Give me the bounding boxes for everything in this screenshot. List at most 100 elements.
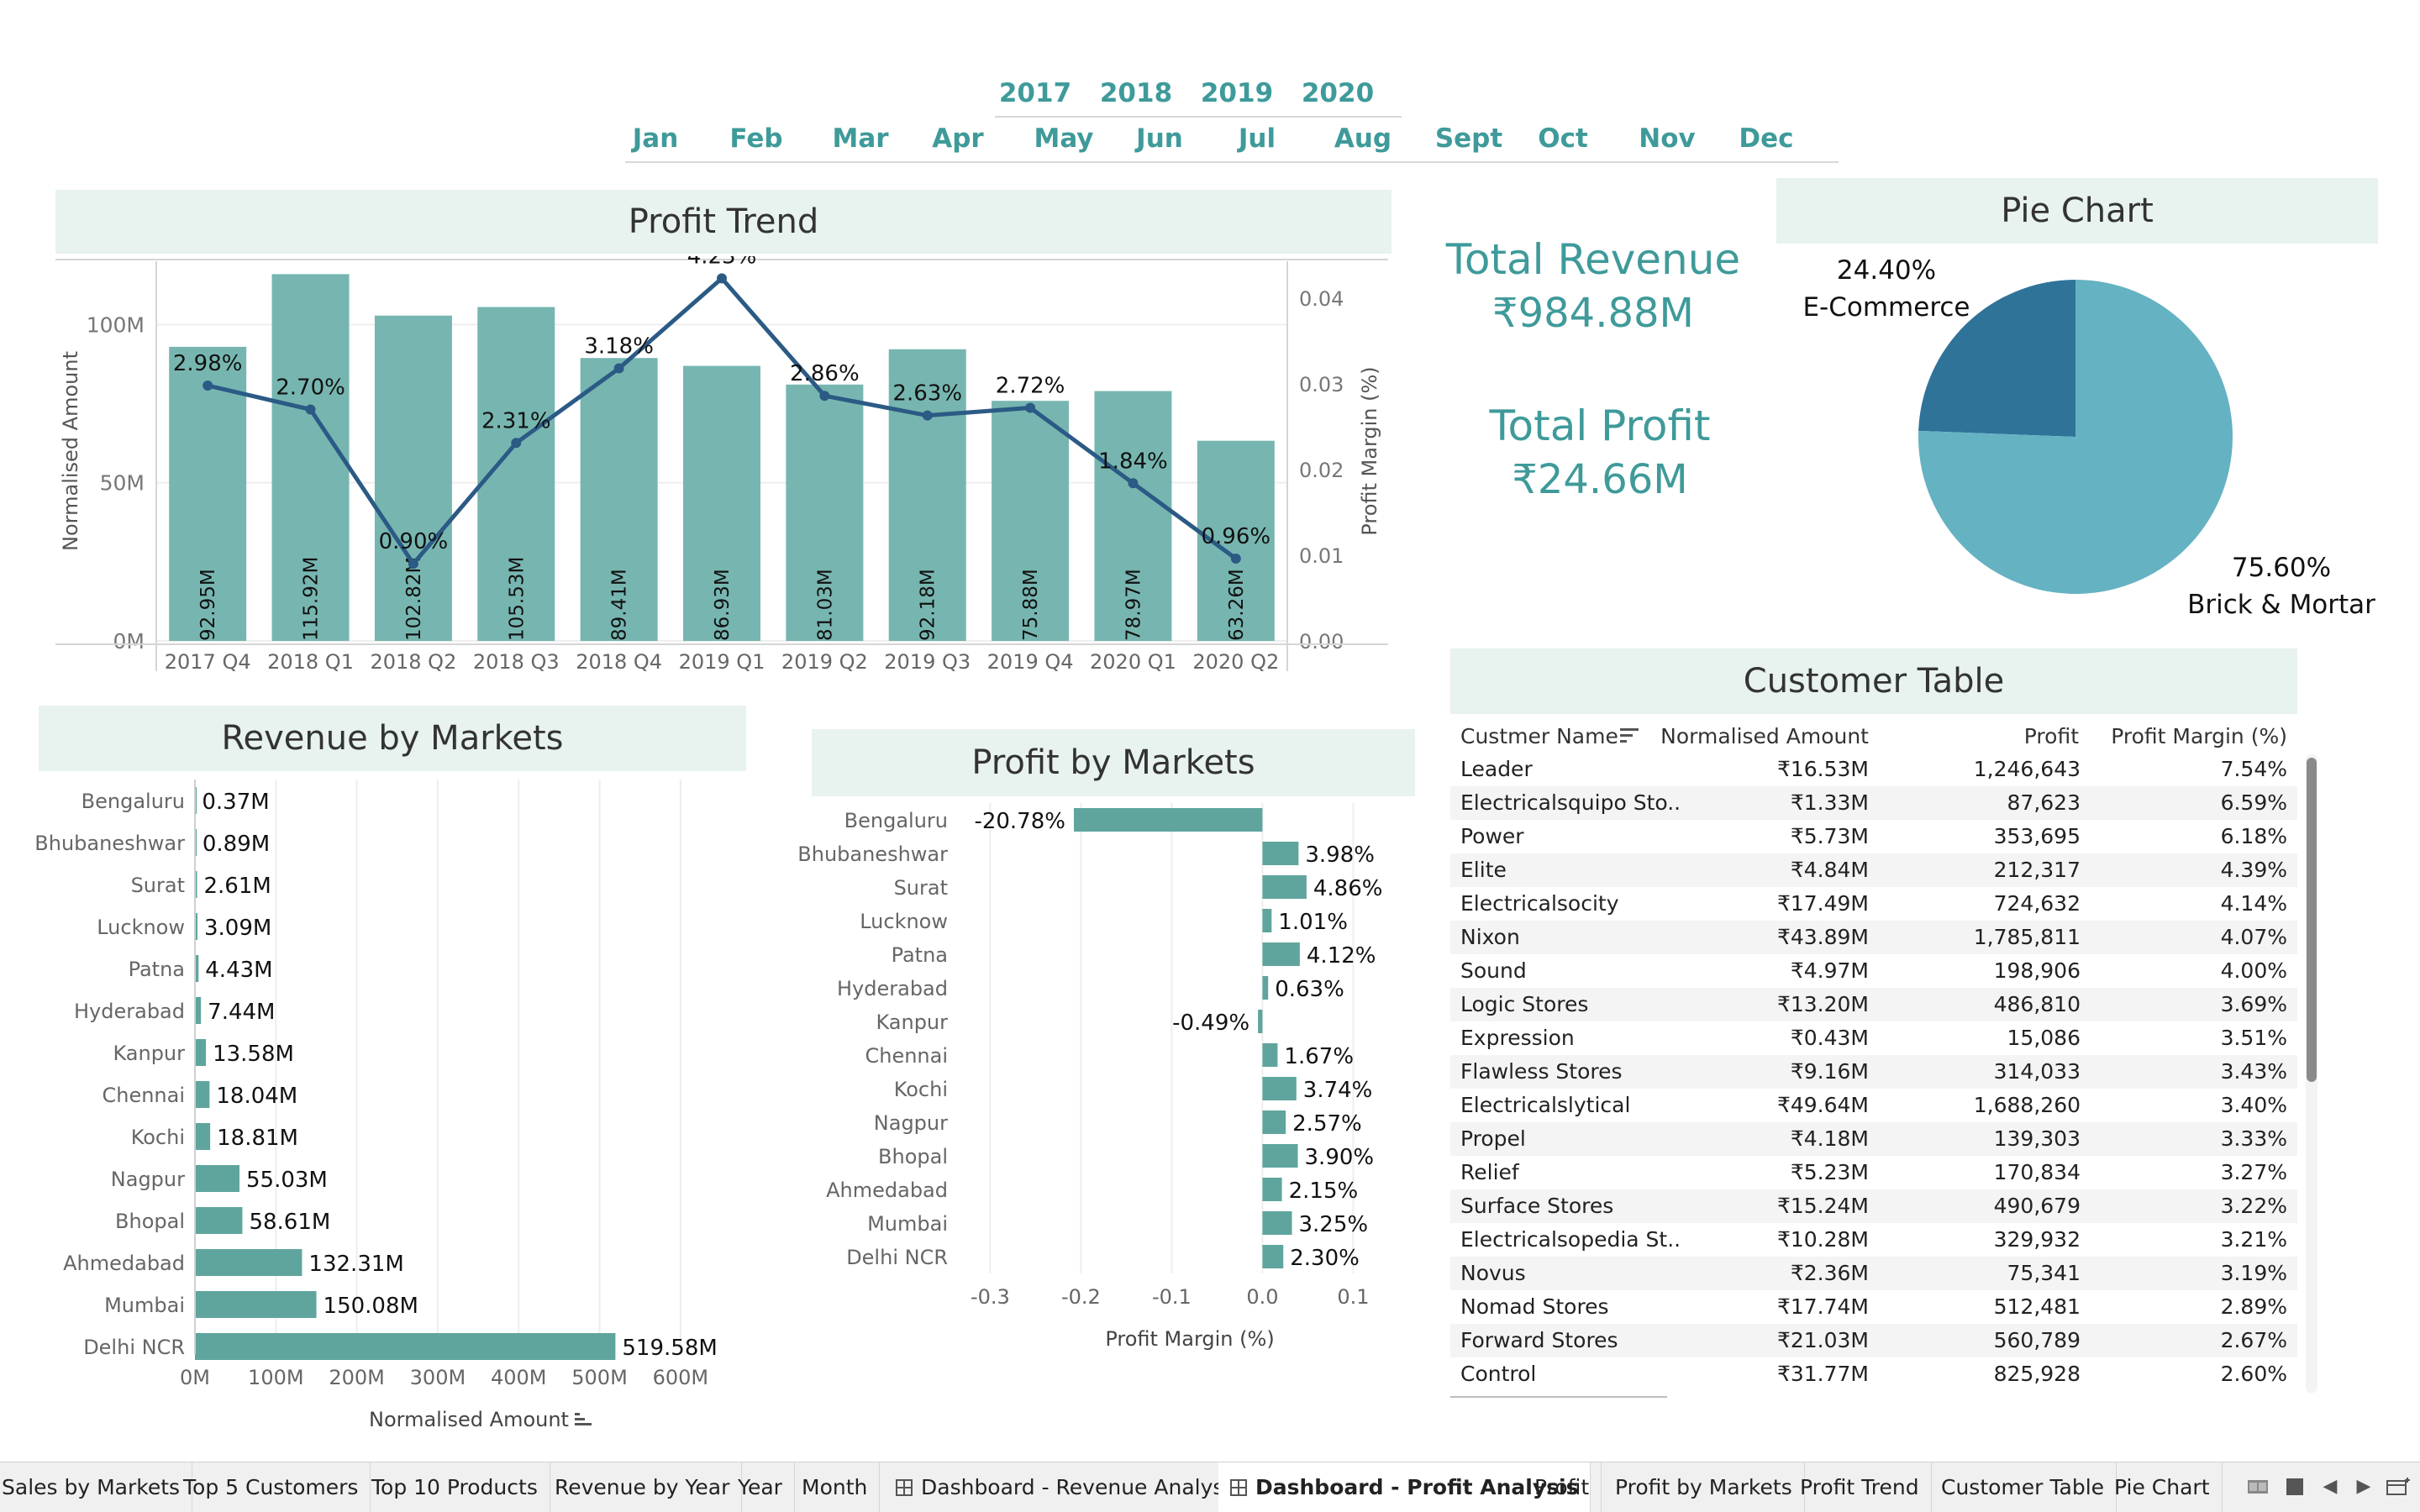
table-row[interactable]: Logic Stores ₹13.20M 486,810 3.69% [1450,988,2297,1021]
bar[interactable] [195,1291,317,1318]
bar[interactable] [1258,1010,1263,1033]
month-filter-item[interactable]: Jun [1109,123,1210,154]
column-header-normalised-amount[interactable]: Normalised Amount [1660,724,1869,748]
line-point[interactable] [717,273,727,284]
bar[interactable] [1262,1110,1286,1134]
table-row[interactable]: Leader ₹16.53M 1,246,643 7.54% [1450,753,2297,786]
bar[interactable] [1262,1178,1282,1201]
table-row[interactable]: Relief ₹5.23M 170,834 3.27% [1450,1156,2297,1189]
line-point[interactable] [819,391,830,402]
bar[interactable] [195,1081,210,1108]
new-sheet-icon[interactable] [2383,1472,2413,1502]
table-row[interactable]: Electricalslytical ₹49.64M 1,688,260 3.40% [1450,1089,2297,1122]
bar[interactable] [195,1123,211,1150]
sort-descending-icon[interactable] [1618,726,1640,746]
month-filter-item[interactable]: Aug [1313,123,1413,154]
table-row[interactable]: Propel ₹4.18M 139,303 3.33% [1450,1122,2297,1156]
year-filter-item[interactable]: 2017 [993,78,1077,108]
grid-view-icon[interactable] [2282,1472,2307,1502]
table-scrollbar-track[interactable] [2306,754,2317,1393]
sheet-tab[interactable]: Profit Trend [1788,1462,1932,1512]
table-row[interactable]: Elite ₹4.84M 212,317 4.39% [1450,853,2297,887]
line-point[interactable] [613,363,624,374]
table-row[interactable]: Electricalsquipo Sto.. ₹1.33M 87,623 6.59% [1450,786,2297,820]
bar[interactable] [195,1333,616,1360]
bar[interactable] [195,1165,239,1192]
line-data-label: 2.86% [790,361,860,386]
cell-customer-name: Propel [1460,1126,1526,1151]
bar[interactable] [1262,1144,1298,1168]
month-filter-item[interactable]: Dec [1716,123,1817,154]
month-filter-item[interactable]: Nov [1617,123,1718,154]
sheet-tab[interactable]: Profit by Markets [1603,1462,1805,1512]
bar[interactable] [195,997,202,1024]
sheet-tab[interactable]: Sales by Markets [0,1462,193,1512]
month-filter-item[interactable]: Oct [1512,123,1613,154]
bar[interactable] [195,1249,302,1276]
sheet-tab[interactable]: Month [790,1462,881,1512]
column-header-profit-margin[interactable]: Profit Margin (%) [2111,724,2287,748]
sheet-tab[interactable]: Revenue by Year [543,1462,743,1512]
filmstrip-view-icon[interactable] [2245,1472,2270,1502]
line-point[interactable] [922,410,933,421]
table-row[interactable]: Forward Stores ₹21.03M 560,789 2.67% [1450,1324,2297,1357]
category-label: Bhopal [878,1145,948,1168]
line-point[interactable] [408,559,418,570]
year-filter-item[interactable]: 2018 [1094,78,1178,108]
month-filter-item[interactable]: May [1013,123,1114,154]
line-point[interactable] [1230,554,1241,564]
table-row[interactable]: Surface Stores ₹15.24M 490,679 3.22% [1450,1189,2297,1223]
bar[interactable] [1262,1211,1292,1235]
category-label: Bhubaneshwar [797,843,948,866]
month-filter-item[interactable]: Mar [810,123,911,154]
line-point[interactable] [511,438,522,449]
bar[interactable] [1262,1043,1278,1067]
month-filter-item[interactable]: Jan [605,123,706,154]
line-point[interactable] [1128,478,1139,489]
table-row[interactable]: Nixon ₹43.89M 1,785,811 4.07% [1450,921,2297,954]
line-point[interactable] [203,380,213,391]
line-point[interactable] [1025,402,1036,413]
line-point[interactable] [305,404,316,415]
table-row[interactable]: Flawless Stores ₹9.16M 314,033 3.43% [1450,1055,2297,1089]
sort-icon[interactable] [575,1413,592,1425]
bar-data-label: 4.12% [1307,943,1376,969]
table-row[interactable]: Sound ₹4.97M 198,906 4.00% [1450,954,2297,988]
month-filter-item[interactable]: Apr [908,123,1008,154]
bar[interactable] [1073,808,1263,832]
next-sheet-icon[interactable]: ▶ [2351,1472,2376,1502]
sheet-tab[interactable]: Profit [1523,1462,1602,1512]
table-row[interactable]: Nomad Stores ₹17.74M 512,481 2.89% [1450,1290,2297,1324]
year-filter-item[interactable]: 2019 [1195,78,1279,108]
bar[interactable] [1262,875,1307,899]
bar[interactable] [1262,1077,1297,1100]
sheet-tab[interactable]: Dashboard - Revenue Analysis [884,1462,1254,1512]
table-row[interactable]: Electricalsopedia St.. ₹10.28M 329,932 3.21… [1450,1223,2297,1257]
table-row[interactable]: Power ₹5.73M 353,695 6.18% [1450,820,2297,853]
table-row[interactable]: Expression ₹0.43M 15,086 3.51% [1450,1021,2297,1055]
table-row[interactable]: Novus ₹2.36M 75,341 3.19% [1450,1257,2297,1290]
sheet-tab[interactable]: Pie Chart [2102,1462,2223,1512]
bar[interactable] [1262,976,1269,1000]
bar[interactable] [195,1039,207,1066]
sheet-tab[interactable]: Customer Table [1929,1462,2118,1512]
month-filter-item[interactable]: Feb [706,123,807,154]
column-header-customer-name[interactable]: Custmer Name [1460,724,1618,748]
column-header-profit[interactable]: Profit [2024,724,2079,748]
table-row[interactable]: Electricalsocity ₹17.49M 724,632 4.14% [1450,887,2297,921]
year-filter-item[interactable]: 2020 [1296,78,1380,108]
sheet-tab[interactable]: Top 5 Customers [171,1462,371,1512]
bar[interactable] [1262,1245,1284,1268]
month-filter-item[interactable]: Jul [1207,123,1307,154]
bar[interactable] [1262,842,1299,865]
bar[interactable] [1262,942,1300,966]
sheet-tab[interactable]: Top 10 Products [360,1462,550,1512]
bar[interactable] [1262,909,1272,932]
prev-sheet-icon[interactable]: ◀ [2317,1472,2343,1502]
month-filter-item[interactable]: Sept [1418,123,1519,154]
sheet-tab[interactable]: Year [726,1462,795,1512]
bar[interactable] [195,1207,243,1234]
table-row[interactable]: Control ₹31.77M 825,928 2.60% [1450,1357,2297,1391]
x-tick-label: 2020 Q2 [1192,650,1279,674]
table-scrollbar-thumb[interactable] [2307,758,2317,1082]
